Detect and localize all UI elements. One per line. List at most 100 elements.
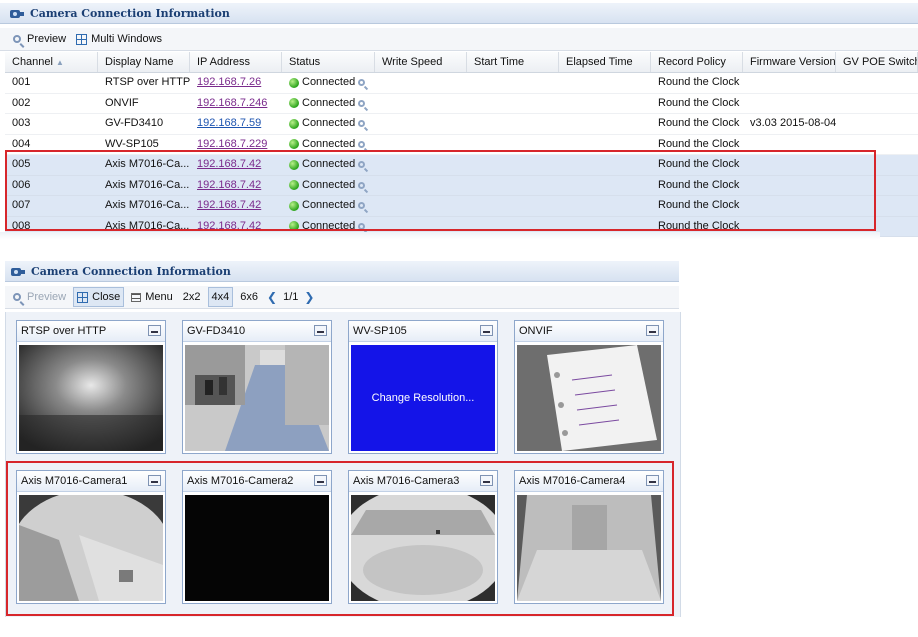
ip-link[interactable]: 192.168.7.42	[197, 199, 261, 211]
column-start-time[interactable]: Start Time	[467, 52, 559, 72]
magnifier-icon[interactable]	[358, 99, 366, 107]
camera-tile[interactable]: Axis M7016-Camera2	[182, 470, 332, 604]
camera-tile[interactable]: Axis M7016-Camera3	[348, 470, 498, 604]
camera-feed[interactable]	[517, 495, 661, 601]
camera-feed[interactable]	[19, 495, 163, 601]
magnifier-icon[interactable]	[358, 222, 366, 230]
cell-write-speed	[375, 196, 467, 216]
preview-button[interactable]: Preview	[10, 30, 69, 48]
ip-link[interactable]: 192.168.7.42	[197, 179, 261, 191]
magnifier-icon[interactable]	[358, 202, 366, 209]
tile-title-bar[interactable]: Axis M7016-Camera2	[183, 471, 331, 492]
camera-tile[interactable]: Axis M7016-Camera1	[16, 470, 166, 604]
camera-tile[interactable]: ONVIF	[514, 320, 664, 454]
tile-title-bar[interactable]: ONVIF	[515, 321, 663, 342]
layout-6x6-button[interactable]: 6x6	[237, 288, 261, 306]
minimize-icon[interactable]	[646, 325, 659, 336]
connected-status-icon	[289, 98, 299, 108]
panel-shadow	[0, 232, 880, 240]
layout-4x4-button[interactable]: 4x4	[207, 287, 234, 307]
camera-feed[interactable]	[185, 345, 329, 451]
tile-title-bar[interactable]: Axis M7016-Camera1	[17, 471, 165, 492]
connected-status-icon	[289, 139, 299, 149]
cell-display-name: Axis M7016-Ca...	[105, 178, 190, 191]
table-row[interactable]: 004 WV-SP105 192.168.7.229 Connected Round t…	[5, 135, 918, 155]
camera-feed[interactable]	[185, 495, 329, 601]
camera-feed[interactable]	[351, 495, 495, 601]
cell-status: Connected	[282, 196, 375, 216]
cell-start-time	[467, 135, 559, 155]
multi-windows-button[interactable]: Multi Windows	[73, 30, 165, 48]
camera-feed[interactable]	[19, 345, 163, 451]
next-page-icon[interactable]: ❯	[304, 290, 314, 304]
table-row[interactable]: 003 GV-FD3410 192.168.7.59 Connected Round t…	[5, 114, 918, 135]
cell-ip-address: 192.168.7.246	[190, 94, 282, 114]
camera-tile[interactable]: RTSP over HTTP	[16, 320, 166, 454]
table-row[interactable]: 001 RTSP over HTTP 192.168.7.26 Connected Ro…	[5, 73, 918, 94]
column-display-name[interactable]: Display Name	[98, 52, 190, 72]
ip-link[interactable]: 192.168.7.229	[197, 138, 267, 150]
tile-title-bar[interactable]: WV-SP105	[349, 321, 497, 342]
magnifier-icon[interactable]	[358, 140, 366, 148]
table-row[interactable]: 006 Axis M7016-Ca... 192.168.7.42 Connected…	[5, 175, 918, 196]
cell-status: Connected	[282, 155, 375, 175]
camera-feed[interactable]	[517, 345, 661, 451]
camera-tile[interactable]: Axis M7016-Camera4	[514, 470, 664, 604]
table-row[interactable]: 007 Axis M7016-Ca... 192.168.7.42 Connected…	[5, 196, 918, 217]
ip-link[interactable]: 192.168.7.42	[197, 158, 261, 170]
tile-title-bar[interactable]: Axis M7016-Camera4	[515, 471, 663, 492]
ip-link[interactable]: 192.168.7.246	[197, 97, 267, 109]
minimize-icon[interactable]	[646, 475, 659, 486]
column-status[interactable]: Status	[282, 52, 375, 72]
change-resolution-message[interactable]: Change Resolution...	[351, 345, 495, 451]
close-button[interactable]: Close	[73, 287, 125, 307]
minimize-icon[interactable]	[480, 475, 493, 486]
connected-status-icon	[289, 200, 299, 211]
magnifier-icon[interactable]	[358, 161, 366, 168]
prev-page-icon[interactable]: ❮	[267, 290, 277, 304]
tile-title: Axis M7016-Camera4	[519, 475, 626, 487]
ip-link[interactable]: 192.168.7.26	[197, 76, 261, 88]
column-firmware-version[interactable]: Firmware Version	[743, 52, 836, 72]
status-text: Connected	[302, 199, 356, 211]
minimize-icon[interactable]	[314, 325, 327, 336]
tile-title: ONVIF	[519, 325, 553, 337]
minimize-icon[interactable]	[148, 325, 161, 336]
magnifier-icon[interactable]	[358, 120, 366, 127]
tile-title: Axis M7016-Camera2	[187, 475, 294, 487]
cell-record-policy: Round the Clock	[658, 137, 740, 150]
camera-feed[interactable]: Change Resolution...	[351, 345, 495, 451]
ip-link[interactable]: 192.168.7.42	[197, 220, 261, 232]
cell-firmware-version	[743, 94, 836, 114]
cell-ip-address: 192.168.7.26	[190, 73, 282, 93]
column-ip-address[interactable]: IP Address	[190, 52, 282, 72]
table-row[interactable]: 002 ONVIF 192.168.7.246 Connected Round the …	[5, 94, 918, 114]
minimize-icon[interactable]	[314, 475, 327, 486]
column-gv-poe-switch[interactable]: GV POE Switch	[836, 52, 918, 72]
tile-title-bar[interactable]: GV-FD3410	[183, 321, 331, 342]
status-text: Connected	[302, 76, 356, 88]
column-channel[interactable]: Channel ▲	[5, 52, 98, 72]
camera-tile[interactable]: WV-SP105 Change Resolution...	[348, 320, 498, 454]
magnifier-icon[interactable]	[358, 181, 366, 189]
magnifier-icon[interactable]	[358, 79, 366, 86]
page-indicator: 1/1	[283, 291, 299, 303]
column-elapsed-time[interactable]: Elapsed Time	[559, 52, 651, 72]
camera-tile[interactable]: GV-FD3410	[182, 320, 332, 454]
table-row[interactable]: 005 Axis M7016-Ca... 192.168.7.42 Connected…	[5, 155, 918, 176]
column-record-policy[interactable]: Record Policy	[651, 52, 743, 72]
tile-title-bar[interactable]: RTSP over HTTP	[17, 321, 165, 342]
cell-display-name: ONVIF	[105, 96, 139, 109]
cell-status: Connected	[282, 94, 375, 114]
cell-elapsed-time	[559, 94, 651, 114]
ip-link[interactable]: 192.168.7.59	[197, 117, 261, 129]
minimize-icon[interactable]	[480, 325, 493, 336]
cell-firmware-version	[743, 135, 836, 155]
tile-title-bar[interactable]: Axis M7016-Camera3	[349, 471, 497, 492]
preview-button[interactable]: Preview	[10, 288, 69, 306]
minimize-icon[interactable]	[148, 475, 161, 486]
layout-2x2-button[interactable]: 2x2	[180, 288, 204, 306]
cell-record-policy: Round the Clock	[658, 76, 740, 88]
column-write-speed[interactable]: Write Speed	[375, 52, 467, 72]
menu-button[interactable]: Menu	[128, 288, 176, 306]
